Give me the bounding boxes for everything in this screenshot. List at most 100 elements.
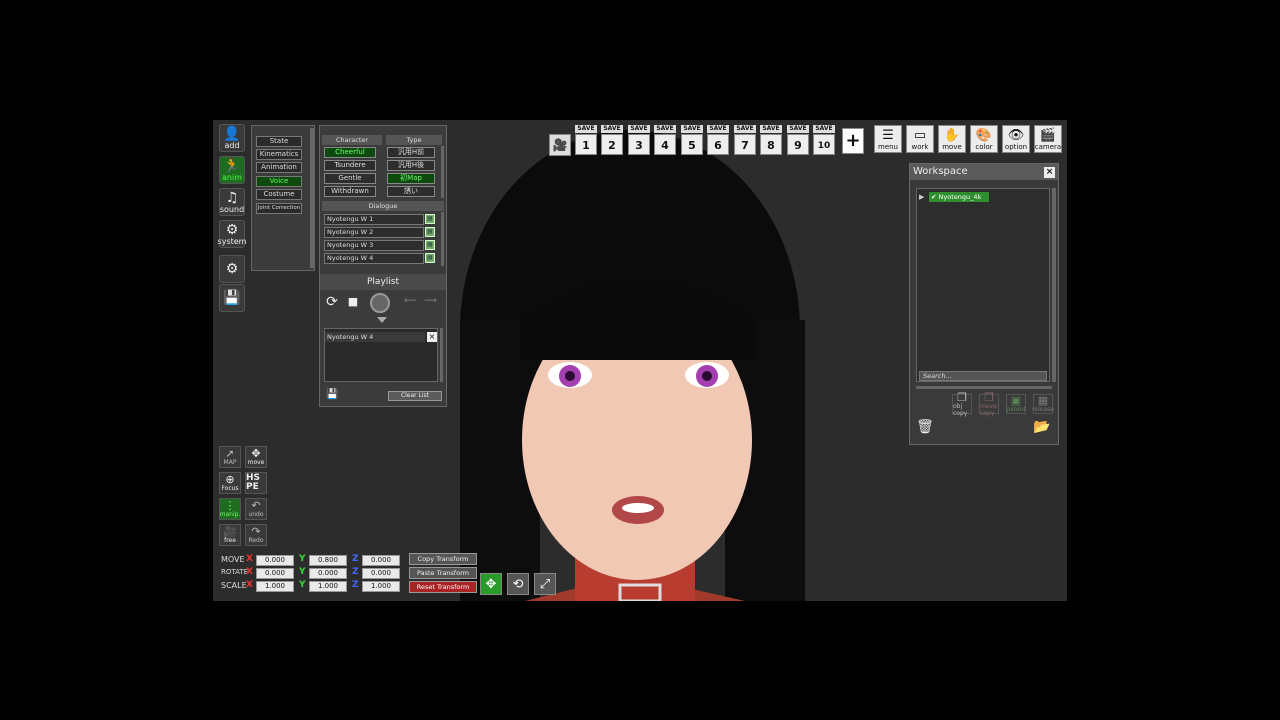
paste-transform-button[interactable]: Paste Transform (409, 567, 477, 579)
rotate-gizmo-button[interactable]: ⟲ (507, 573, 529, 595)
expand-icon[interactable] (377, 317, 387, 323)
z-axis-label: Z (352, 554, 359, 564)
tab-voice[interactable]: Voice (256, 176, 302, 187)
save-slot-3[interactable]: SAVE 3 (628, 125, 650, 155)
obj-copy-button[interactable]: ❐ obj copy (952, 392, 972, 417)
workspace-hscrollbar[interactable] (916, 386, 1052, 389)
hspe-button[interactable]: HS PE (245, 472, 267, 494)
add-to-playlist-icon[interactable]: ▤ (425, 227, 435, 237)
tab-costume[interactable]: Costume (256, 189, 302, 200)
menu-button[interactable]: ☰ menu (874, 125, 902, 153)
character-gentle[interactable]: Gentle (324, 173, 376, 184)
option-button[interactable]: 👁 option (1002, 125, 1030, 153)
dialogue-item[interactable]: Nyotengu W 4 (324, 253, 424, 264)
search-input[interactable]: Search... (919, 371, 1047, 381)
focus-button[interactable]: ⊕ Focus (219, 472, 241, 494)
tab-joint-correction[interactable]: Joint Correction (256, 203, 302, 214)
release-button[interactable]: ▦ release (1032, 394, 1054, 414)
remove-item-icon[interactable]: × (427, 332, 437, 342)
playlist-item[interactable]: Nyotengu W 4 (325, 332, 425, 342)
type-3[interactable]: 初Map (387, 173, 435, 184)
sound-button[interactable]: ♫ sound (219, 188, 245, 216)
save-slot-2[interactable]: SAVE 2 (601, 125, 623, 155)
rotate-y-field[interactable]: 0.000 (309, 568, 347, 579)
tab-kinematics[interactable]: Kinematics (256, 149, 302, 160)
y-axis-label: Y (299, 554, 306, 564)
move-mode-button[interactable]: ✥ move (245, 446, 267, 468)
work-button[interactable]: ▭ work (906, 125, 934, 153)
rotate-z-field[interactable]: 0.000 (362, 568, 400, 579)
tab-state[interactable]: State (256, 136, 302, 147)
save-playlist-icon[interactable]: 💾 (326, 389, 340, 401)
rotate-x-field[interactable]: 0.000 (256, 568, 294, 579)
add-to-playlist-icon[interactable]: ▤ (425, 214, 435, 224)
folder-icon[interactable]: 📂 (1032, 419, 1052, 437)
loop-icon[interactable]: ⟳ (324, 294, 340, 310)
scale-x-field[interactable]: 1.000 (256, 581, 294, 592)
character-cheerful[interactable]: Cheerful (324, 147, 376, 158)
clear-list-button[interactable]: Clear List (388, 391, 442, 401)
move-z-field[interactable]: 0.000 (362, 555, 400, 566)
next-icon[interactable]: ⟶ (424, 296, 438, 308)
save-slot-6[interactable]: SAVE 6 (707, 125, 729, 155)
close-icon[interactable]: × (1044, 167, 1055, 178)
add-button[interactable]: 👤 add (219, 124, 245, 152)
camera-record-button[interactable]: 🎥 (549, 134, 571, 156)
manip-button[interactable]: ⋮ manip. (219, 498, 241, 520)
dialogue-scrollbar[interactable] (441, 212, 444, 266)
z-axis-label: Z (352, 567, 359, 577)
move-x-field[interactable]: 0.000 (256, 555, 294, 566)
reset-transform-button[interactable]: Reset Transform (409, 581, 477, 593)
save-slot-10[interactable]: SAVE 10 (813, 125, 835, 155)
tab-animation[interactable]: Animation (256, 162, 302, 173)
character-tsundere[interactable]: Tsundere (324, 160, 376, 171)
scale-y-field[interactable]: 1.000 (309, 581, 347, 592)
character-withdrawn[interactable]: Withdrawn (324, 186, 376, 197)
add-slot-button[interactable]: + (842, 128, 864, 154)
volume-knob[interactable] (370, 293, 390, 313)
camera-button[interactable]: 🎬 camera (1034, 125, 1062, 153)
type-1[interactable]: 汎用H前 (387, 147, 435, 158)
settings-button[interactable]: ⚙ (219, 255, 245, 283)
trash-icon[interactable]: 🗑 (916, 419, 934, 437)
parent-button[interactable]: ▣ parent (1006, 394, 1026, 414)
type-2[interactable]: 汎用H後 (387, 160, 435, 171)
tree-item[interactable]: ✔ Nyotengu_4k (929, 192, 989, 202)
move-gizmo-button[interactable]: ✥ (480, 573, 502, 595)
scale-z-field[interactable]: 1.000 (362, 581, 400, 592)
save-scene-button[interactable]: 💾 (219, 284, 245, 312)
playlist-scrollbar[interactable] (440, 328, 443, 382)
category-scrollbar[interactable] (310, 128, 314, 268)
move-copy-button[interactable]: ❐ move copy (979, 392, 999, 417)
add-to-playlist-icon[interactable]: ▤ (425, 253, 435, 263)
dialogue-item[interactable]: Nyotengu W 3 (324, 240, 424, 251)
dialogue-item[interactable]: Nyotengu W 2 (324, 227, 424, 238)
check-icon: ✔ (931, 193, 937, 201)
free-camera-button[interactable]: 🎥 free (219, 524, 241, 546)
system-button[interactable]: ⚙ system (218, 220, 246, 248)
type-4[interactable]: 誘い (387, 186, 435, 197)
map-button[interactable]: ➚ MAP (219, 446, 241, 468)
anim-button[interactable]: 🏃 anim (219, 156, 245, 184)
workspace-scrollbar[interactable] (1052, 188, 1056, 382)
dialogue-item[interactable]: Nyotengu W 1 (324, 214, 424, 225)
color-button[interactable]: 🎨 color (970, 125, 998, 153)
expand-arrow-icon[interactable]: ▶ (919, 193, 924, 201)
scale-gizmo-button[interactable]: ⤢ (534, 573, 556, 595)
save-slot-9[interactable]: SAVE 9 (787, 125, 809, 155)
move-y-field[interactable]: 0.800 (309, 555, 347, 566)
redo-button[interactable]: ↷ Redo (245, 524, 267, 546)
release-icon: ▦ (1037, 394, 1049, 407)
save-slot-7[interactable]: SAVE 7 (734, 125, 756, 155)
save-slot-1[interactable]: SAVE 1 (575, 125, 597, 155)
save-slot-4[interactable]: SAVE 4 (654, 125, 676, 155)
copy-transform-button[interactable]: Copy Transform (409, 553, 477, 565)
undo-button[interactable]: ↶ undo (245, 498, 267, 520)
save-slot-8[interactable]: SAVE 8 (760, 125, 782, 155)
type-scrollbar[interactable] (441, 146, 444, 198)
move-button[interactable]: ✋ move (938, 125, 966, 153)
previous-icon[interactable]: ⟵ (404, 296, 418, 308)
stop-icon[interactable]: ■ (346, 294, 360, 310)
save-slot-5[interactable]: SAVE 5 (681, 125, 703, 155)
add-to-playlist-icon[interactable]: ▤ (425, 240, 435, 250)
